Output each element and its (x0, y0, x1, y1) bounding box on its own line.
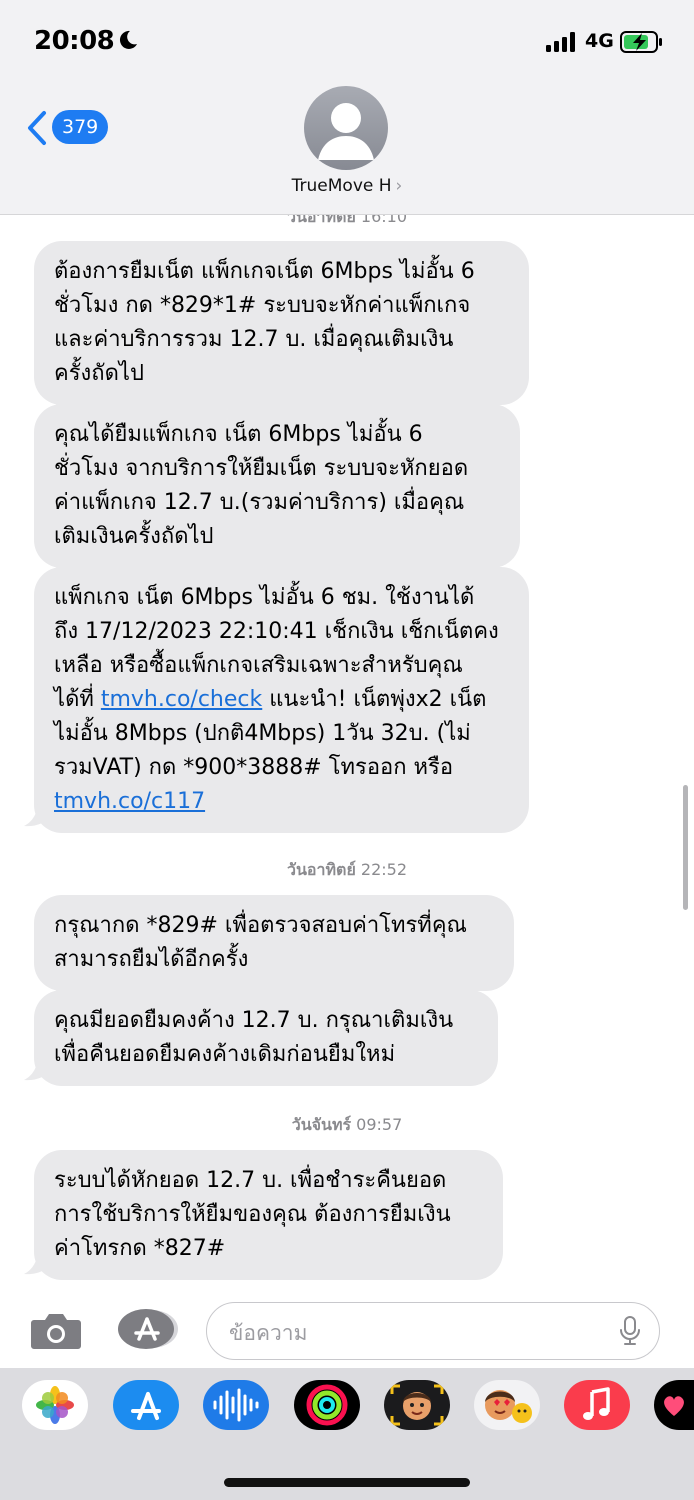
network-type: 4G (585, 30, 614, 52)
memoji-app-icon[interactable] (384, 1380, 450, 1430)
message-line: ได้ที่ tmvh.co/check แนะนำ! เน็ตพุ่งx2 เ… (54, 687, 487, 712)
message-bubble[interactable]: แพ็กเกจ เน็ต 6Mbps ไม่อั้น 6 ชม. ใช้งานไ… (34, 567, 529, 833)
message-input-placeholder: ข้อความ (229, 1321, 308, 1345)
animoji-stickers-app-icon[interactable] (474, 1380, 540, 1430)
signal-icon (546, 32, 575, 52)
heart-digital-touch-app-icon[interactable] (654, 1380, 694, 1430)
message-bubble[interactable]: คุณมียอดยืมคงค้าง 12.7 บ. กรุณาเติมเงิน … (34, 990, 498, 1086)
moon-icon (119, 30, 137, 49)
avatar[interactable] (304, 86, 388, 170)
message-line: ระบบได้หักยอด 12.7 บ. เพื่อชำระคืนยอด (54, 1168, 447, 1193)
message-line: กรุณากด *829# เพื่อตรวจสอบค่าโทรที่คุณ (54, 913, 467, 938)
unread-badge: 379 (52, 110, 109, 144)
message-line: เติมเงินครั้งถัดไป (54, 524, 214, 549)
clock: 20:08 (34, 26, 115, 56)
message-bubble[interactable]: กรุณากด *829# เพื่อตรวจสอบค่าโทรที่คุณ ส… (34, 895, 514, 991)
app-store-drawer-icon[interactable] (116, 1308, 180, 1350)
message-line: คุณได้ยืมแพ็กเกจ เน็ต 6Mbps ไม่อั้น 6 (54, 422, 423, 447)
message-line: ชั่วโมง จากบริการให้ยืมเน็ต ระบบจะหักยอด (54, 456, 469, 481)
message-line: และค่าบริการรวม 12.7 บ. เมื่อคุณเติมเงิน (54, 327, 454, 352)
message-bubble[interactable]: ต้องการยืมเน็ต แพ็กเกจเน็ต 6Mbps ไม่อั้น… (34, 241, 529, 405)
message-line: เพื่อคืนยอดยืมคงค้างเดิมก่อนยืมใหม่ (54, 1042, 396, 1067)
person-icon (318, 103, 374, 160)
message-bubble[interactable]: คุณได้ยืมแพ็กเกจ เน็ต 6Mbps ไม่อั้น 6 ชั… (34, 404, 520, 568)
bubble-tail (24, 800, 52, 827)
scrollbar[interactable] (683, 785, 688, 910)
contact-name: TrueMove H (291, 176, 392, 196)
app-store-app-icon[interactable] (113, 1380, 179, 1430)
imessage-app-strip (0, 1368, 694, 1500)
message-line: เหลือ หรือซื้อแพ็กเกจเสริมเฉพาะสำหรับคุณ (54, 653, 463, 678)
back-button[interactable]: 379 (26, 108, 116, 148)
message-line: ค่าแพ็กเกจ 12.7 บ.(รวมค่าบริการ) เมื่อคุ… (54, 490, 465, 515)
check-link[interactable]: tmvh.co/check (101, 687, 262, 712)
photos-app-icon[interactable] (22, 1380, 88, 1430)
camera-icon[interactable] (30, 1310, 82, 1350)
fitness-activity-app-icon[interactable] (294, 1380, 360, 1430)
timestamp: วันอาทิตย์ 22:52 (286, 860, 408, 879)
home-indicator[interactable] (224, 1478, 470, 1487)
chevron-left-icon (28, 111, 46, 145)
conversation-header: 20:08 4G 379 TrueMove H › (0, 0, 694, 215)
message-line: ไม่อั้น 8Mbps (ปกติ4Mbps) 1วัน 32บ. (ไม่ (54, 721, 471, 746)
message-line: ครั้งถัดไป (54, 361, 144, 386)
message-line: ต้องการยืมเน็ต แพ็กเกจเน็ต 6Mbps ไม่อั้น… (54, 259, 475, 284)
compose-bar: ข้อความ (0, 1290, 694, 1368)
message-bubble[interactable]: ระบบได้หักยอด 12.7 บ. เพื่อชำระคืนยอด กา… (34, 1150, 503, 1280)
bubble-tail (24, 1054, 52, 1081)
bubble-tail (24, 1248, 52, 1275)
audio-message-app-icon[interactable] (203, 1380, 269, 1430)
message-line: tmvh.co/c117 (54, 785, 509, 819)
music-app-icon[interactable] (564, 1380, 630, 1430)
microphone-icon[interactable] (619, 1316, 641, 1346)
contact-name-button[interactable]: TrueMove H › (0, 176, 694, 196)
message-line: สามารถยืมได้อีกครั้ง (54, 947, 249, 972)
c117-link[interactable]: tmvh.co/c117 (54, 789, 205, 814)
message-line: คุณมียอดยืมคงค้าง 12.7 บ. กรุณาเติมเงิน (54, 1008, 454, 1033)
message-input[interactable]: ข้อความ (206, 1302, 660, 1360)
status-bar: 20:08 4G (0, 24, 694, 60)
battery-charging-icon (620, 31, 662, 53)
message-line: ค่าโทรกด *827# (54, 1236, 226, 1261)
message-line: ชั่วโมง กด *829*1# ระบบจะหักค่าแพ็กเกจ (54, 293, 471, 318)
message-line: ถึง 17/12/2023 22:10:41 เช็กเงิน เช็กเน็… (54, 619, 499, 644)
message-line: การใช้บริการให้ยืมของคุณ ต้องการยืมเงิน (54, 1202, 451, 1227)
message-line: รวมVAT) กด *900*3888# โทรออก หรือ (54, 755, 454, 780)
message-line: แพ็กเกจ เน็ต 6Mbps ไม่อั้น 6 ชม. ใช้งานไ… (54, 585, 475, 610)
timestamp: วันจันทร์ 09:57 (291, 1115, 403, 1134)
chevron-right-icon: › (395, 176, 403, 196)
